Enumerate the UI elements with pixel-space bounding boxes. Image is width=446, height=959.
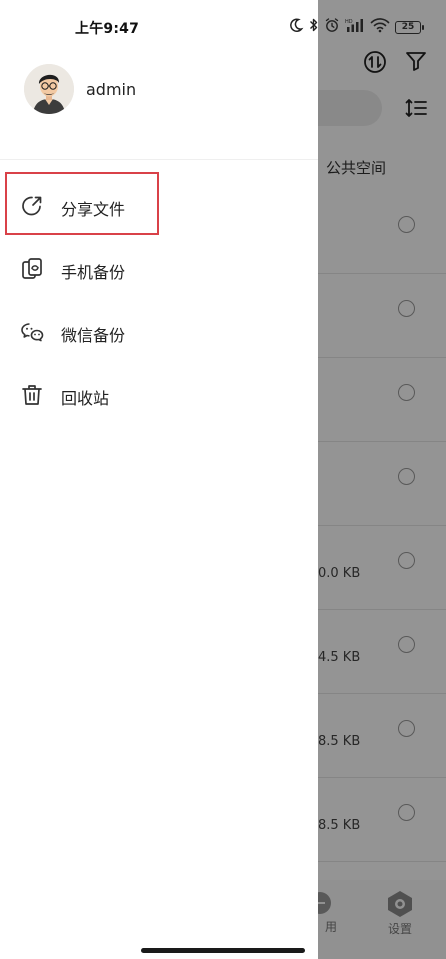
navigation-drawer: admin 分享文件 手机备份 微信备份 回收站 [0, 0, 318, 959]
moon-icon [288, 17, 304, 37]
status-time: 上午9:47 [75, 21, 140, 37]
svg-text:HD: HD [345, 19, 353, 25]
avatar[interactable] [24, 64, 74, 114]
menu-item-wechat-backup[interactable]: 微信备份 [0, 300, 318, 363]
phone-backup-icon [20, 257, 44, 281]
menu-item-recycle-bin[interactable]: 回收站 [0, 363, 318, 426]
wifi-icon [370, 17, 390, 37]
drawer-menu: 分享文件 手机备份 微信备份 回收站 [0, 174, 318, 426]
profile-header[interactable]: admin [0, 54, 318, 160]
menu-item-label: 手机备份 [61, 263, 126, 282]
menu-item-phone-backup[interactable]: 手机备份 [0, 237, 318, 300]
status-bar: 上午9:47 HD 25 [0, 0, 446, 54]
menu-item-label: 回收站 [61, 389, 110, 408]
menu-item-label: 微信备份 [61, 326, 126, 345]
home-indicator[interactable] [141, 948, 305, 953]
username: admin [86, 80, 137, 99]
wechat-icon [20, 320, 44, 344]
status-icons: HD 25 [288, 16, 424, 38]
alarm-icon [324, 17, 340, 37]
menu-item-share-files[interactable]: 分享文件 [0, 174, 318, 237]
trash-icon [20, 383, 44, 407]
menu-item-label: 分享文件 [61, 200, 126, 219]
bluetooth-icon [309, 17, 319, 37]
battery-indicator: 25 [395, 20, 424, 34]
share-icon [20, 194, 44, 218]
signal-icon: HD [345, 17, 365, 37]
